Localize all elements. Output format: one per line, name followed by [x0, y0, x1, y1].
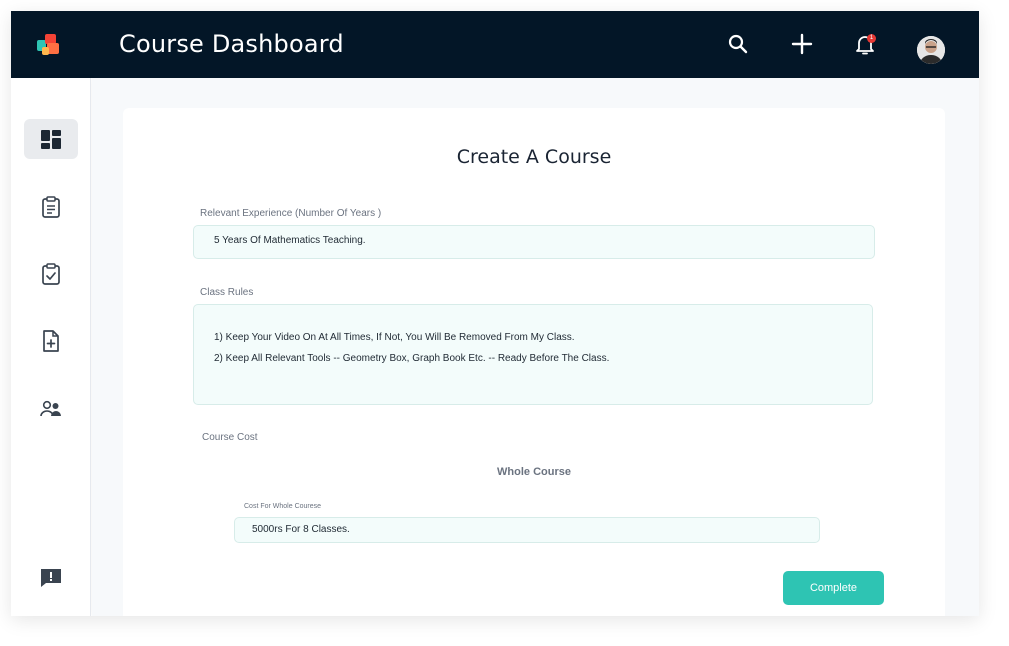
search-icon[interactable] — [726, 32, 750, 56]
experience-field[interactable]: 5 Years Of Mathematics Teaching. — [193, 225, 875, 259]
sidebar-item-students[interactable] — [24, 389, 78, 429]
app-logo-icon[interactable] — [35, 31, 63, 59]
notification-badge: 1 — [867, 34, 876, 43]
experience-value: 5 Years Of Mathematics Teaching. — [214, 235, 366, 246]
sidebar-item-create[interactable] — [24, 321, 78, 361]
form-title: Create A Course — [456, 146, 612, 168]
clipboard-icon — [42, 196, 60, 218]
cost-field[interactable]: 5000rs For 8 Classes. — [234, 517, 820, 543]
sidebar-item-dashboard[interactable] — [24, 119, 78, 159]
create-course-card: Create A Course Relevant Experience (Num… — [123, 108, 945, 616]
users-icon — [40, 400, 61, 417]
class-rules-field[interactable]: 1) Keep Your Video On At All Times, If N… — [193, 304, 873, 405]
top-bar: Course Dashboard 1 — [11, 11, 979, 78]
cost-value: 5000rs For 8 Classes. — [252, 524, 350, 535]
dashboard-icon — [41, 130, 61, 149]
plus-icon[interactable] — [790, 32, 814, 56]
feedback-button[interactable] — [24, 558, 78, 598]
avatar[interactable] — [917, 36, 945, 64]
sidebar — [11, 78, 91, 616]
clipboard-check-icon — [42, 263, 60, 285]
class-rules-label: Class Rules — [200, 287, 254, 298]
experience-label: Relevant Experience (Number Of Years ) — [200, 208, 382, 219]
page-title: Course Dashboard — [119, 30, 344, 58]
sidebar-item-courses[interactable] — [24, 187, 78, 227]
class-rule-line: 1) Keep Your Video On At All Times, If N… — [214, 332, 575, 343]
class-rule-line: 2) Keep All Relevant Tools -- Geometry B… — [214, 353, 610, 364]
message-alert-icon — [41, 569, 61, 587]
main-content: Create A Course Relevant Experience (Num… — [92, 78, 979, 616]
complete-button[interactable]: Complete — [783, 571, 884, 605]
app-window: Course Dashboard 1 Create A Course Relev… — [11, 11, 979, 616]
cost-field-label: Cost For Whole Courese — [244, 503, 322, 510]
file-add-icon — [43, 330, 59, 352]
sidebar-item-tasks[interactable] — [24, 254, 78, 294]
course-cost-label: Course Cost — [202, 432, 258, 443]
whole-course-heading: Whole Course — [497, 466, 571, 478]
user-avatar-icon — [917, 36, 945, 64]
